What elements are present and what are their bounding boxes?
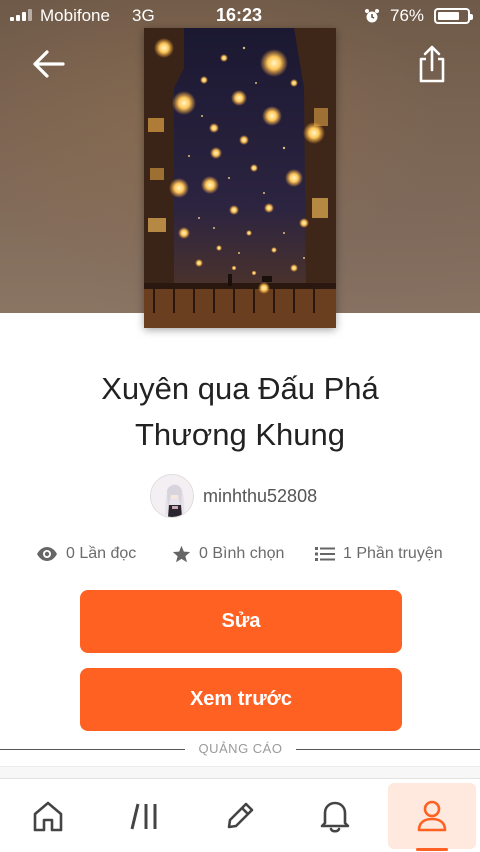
arrow-left-icon: [33, 50, 65, 78]
parts-count: 1 Phần truyện: [343, 545, 443, 562]
clock: 16:23: [216, 5, 263, 25]
preview-button[interactable]: Xem trước: [80, 668, 402, 731]
active-tab-indicator: [416, 848, 448, 851]
back-button[interactable]: [26, 42, 70, 86]
battery-fill: [438, 12, 459, 20]
edit-button[interactable]: Sửa: [80, 590, 402, 653]
list-icon: [315, 547, 335, 561]
story-title-line-2: Thương Khung: [135, 417, 345, 452]
network-type: 3G: [132, 6, 155, 25]
avatar-image: [151, 475, 193, 517]
stat-votes: 0 Bình chọn: [172, 540, 284, 568]
home-icon: [33, 801, 63, 832]
story-cover[interactable]: [144, 28, 336, 328]
nav-notifications[interactable]: [290, 779, 380, 852]
eye-icon: [37, 547, 57, 561]
share-button[interactable]: [410, 40, 454, 88]
ad-divider-right: [296, 749, 480, 750]
votes-count: 0 Bình chọn: [199, 545, 285, 562]
story-title-line-1: Xuyên qua Đấu Phá: [101, 371, 379, 406]
story-title: Xuyên qua Đấu Phá Thương Khung: [40, 366, 440, 458]
ad-slot[interactable]: [0, 766, 480, 778]
nav-library[interactable]: [100, 779, 190, 852]
ad-label: QUẢNG CÁO: [198, 741, 283, 756]
battery-icon: [434, 8, 473, 24]
ad-divider-left: [0, 749, 185, 750]
star-icon: [172, 545, 191, 563]
stat-reads: 0 Lần đọc: [36, 540, 136, 568]
stat-parts: 1 Phần truyện: [315, 540, 443, 568]
nav-write[interactable]: [195, 779, 285, 852]
author-name[interactable]: minhthu52808: [203, 486, 317, 507]
reads-count: 0 Lần đọc: [66, 545, 137, 562]
profile-icon: [417, 800, 447, 832]
carrier-name: Mobifone: [40, 6, 110, 25]
alarm-icon: [365, 9, 379, 23]
signal-icon: [10, 9, 32, 21]
share-icon: [419, 45, 445, 83]
author-row[interactable]: minhthu52808: [150, 472, 317, 520]
nav-profile[interactable]: [388, 783, 476, 851]
bell-icon: [320, 801, 350, 833]
avatar[interactable]: [150, 474, 194, 518]
status-bar: Mobifone 3G 16:23 76%: [0, 0, 480, 30]
library-icon: [130, 803, 157, 830]
pencil-icon: [227, 802, 254, 829]
cover-image: [144, 28, 336, 328]
nav-home[interactable]: [3, 779, 93, 852]
bottom-nav: [0, 778, 480, 852]
story-stats: 0 Lần đọc 0 Bình chọn 1 Phần truyện: [0, 540, 480, 570]
battery-percent: 76%: [390, 6, 425, 25]
